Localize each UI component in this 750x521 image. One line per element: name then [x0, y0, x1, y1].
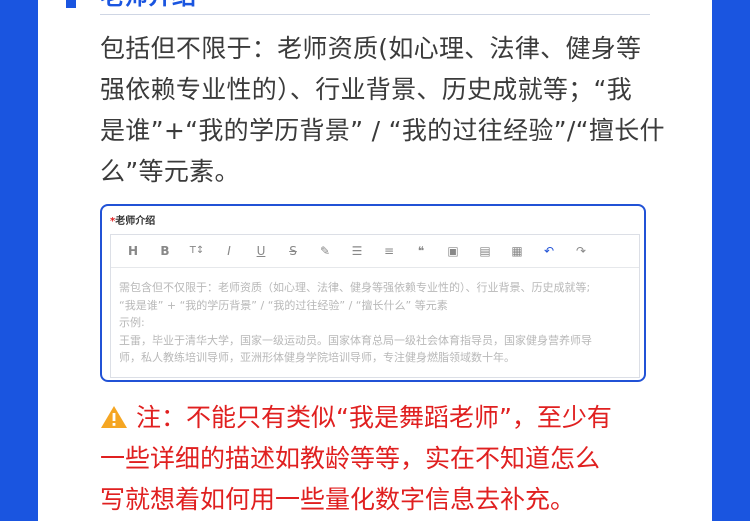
image-icon[interactable]: ▣ — [445, 243, 461, 259]
quote-icon[interactable]: ❝ — [413, 243, 429, 259]
font-size-icon[interactable]: T↕ — [189, 243, 205, 259]
warning-line: 注：不能只有类似“我是舞蹈老师”，至少有 — [100, 397, 660, 438]
placeholder-line: 师，私人教练培训导师，亚洲形体健身学院培训导师，专注健身燃脂领域数十年。 — [119, 351, 515, 364]
description-line: 包括但不限于：老师资质(如心理、法律、健身等 — [100, 34, 642, 63]
field-label: *老师介绍 — [110, 212, 155, 227]
underline-icon[interactable]: U — [253, 243, 269, 259]
placeholder-line: “我是谁” + “我的学历背景” / “我的过往经验” / “擅长什么” 等元素 — [119, 298, 448, 312]
italic-icon[interactable]: I — [221, 243, 237, 259]
placeholder-line: 需包含但不仅限于：老师资质（如心理、法律、健身等强依赖专业性的）、行业背景、历史… — [119, 281, 591, 294]
warning-text: 注：不能只有类似“我是舞蹈老师”，至少有 — [136, 403, 612, 432]
table-icon[interactable]: ▦ — [509, 243, 525, 259]
section-heading: 老师介绍 — [100, 0, 196, 8]
highlight-pen-icon[interactable]: ✎ — [317, 243, 333, 259]
section-description: 包括但不限于：老师资质(如心理、法律、健身等 强依赖专业性的）、行业背景、历史成… — [100, 28, 665, 192]
editor-placeholder: 需包含但不仅限于：老师资质（如心理、法律、健身等强依赖专业性的）、行业背景、历史… — [119, 279, 634, 367]
editor-toolbar: H B T↕ I U S ✎ ☰ ≡ ❝ ▣ ▤ ▦ ↶ ↷ — [111, 235, 639, 268]
rich-text-editor[interactable]: H B T↕ I U S ✎ ☰ ≡ ❝ ▣ ▤ ▦ ↶ ↷ 需包含但不仅限于：… — [110, 234, 640, 378]
align-icon[interactable]: ≡ — [381, 243, 397, 259]
warning-icon — [101, 406, 127, 428]
heading-divider — [100, 14, 650, 15]
description-line: 是谁”+“我的学历背景” / “我的过往经验”/“擅长什 — [100, 116, 665, 145]
form-screenshot: *老师介绍 H B T↕ I U S ✎ ☰ ≡ ❝ ▣ ▤ ▦ ↶ ↷ 需包含… — [100, 204, 646, 382]
bullet-list-icon[interactable]: ☰ — [349, 243, 365, 259]
placeholder-line: 示例: — [119, 316, 145, 329]
field-label-text: 老师介绍 — [115, 216, 156, 227]
heading-icon[interactable]: H — [125, 243, 141, 259]
warning-line: 写就想着如何用一些量化数字信息去补充。 — [100, 485, 576, 514]
placeholder-line: 王雷，毕业于清华大学，国家一级运动员。国家体育总局一级社会体育指导员，国家健身营… — [119, 333, 592, 347]
bold-icon[interactable]: B — [157, 243, 173, 259]
heading-accent-bar — [66, 0, 76, 8]
warning-note: 注：不能只有类似“我是舞蹈老师”，至少有 一些详细的描述如教龄等等，实在不知道怎… — [100, 397, 660, 520]
file-icon[interactable]: ▤ — [477, 243, 493, 259]
description-line: 强依赖专业性的）、行业背景、历史成就等；“我 — [100, 75, 633, 104]
warning-line: 一些详细的描述如教龄等等，实在不知道怎么 — [100, 444, 601, 473]
undo-icon[interactable]: ↶ — [541, 243, 557, 259]
redo-icon[interactable]: ↷ — [573, 243, 589, 259]
strikethrough-icon[interactable]: S — [285, 243, 301, 259]
description-line: 么”等元素。 — [100, 157, 240, 186]
